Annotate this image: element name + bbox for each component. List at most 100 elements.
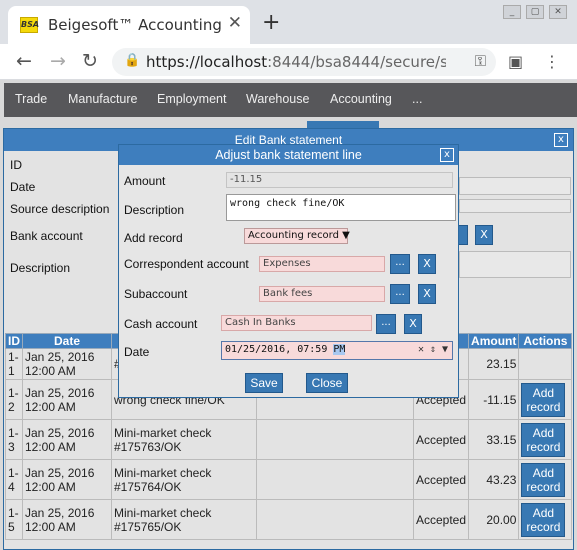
add-record-select[interactable]: Accounting record ▼ [244,228,350,244]
table-row: 1-5 Jan 25, 2016 12:00 AM Mini-market ch… [5,499,573,540]
bsa-favicon-icon: BSA [20,17,39,33]
add-record-button[interactable]: Add record [521,502,566,537]
amount-field: -11.15 [226,172,453,188]
row-status: Accepted [412,419,470,460]
row-amount: 20.00 [468,499,520,540]
menu-more[interactable]: ... [412,92,422,106]
row-amount: 23.15 [468,348,520,380]
edit-dialog-close-button[interactable]: x [554,133,568,147]
new-tab-icon[interactable]: + [262,10,280,35]
window-close-icon[interactable]: ✕ [549,5,567,19]
row-amount: -11.15 [468,379,520,420]
bank-account-clear-button[interactable]: X [475,225,493,245]
minimize-icon[interactable]: _ [503,5,521,19]
browser-tab[interactable]: BSA Beigesoft™ Accounting ✕ [8,6,250,44]
row-amount: 33.15 [468,419,520,460]
description-textarea[interactable]: wrong check fine/OK [226,194,456,221]
cash-account-label: Cash account [124,317,198,331]
bank-account-label: Bank account [10,229,83,243]
row-action [518,348,573,380]
spin-icon[interactable]: ⇕ [430,344,436,355]
header-date: Date [22,333,112,349]
browser-toolbar: ← → ↻ 🔒 https://localhost:8444/bsa8444/s… [0,44,577,80]
date-field[interactable] [459,177,571,195]
date-label: Date [10,180,36,194]
id-label: ID [10,158,22,172]
source-description-field[interactable] [459,199,571,213]
address-bar[interactable]: 🔒 https://localhost:8444/bsa8444/secure/… [112,48,496,76]
description-label: Description [124,203,185,217]
row-amount: 43.23 [468,459,520,500]
subaccount-label: Subaccount [124,287,188,301]
source-description-label: Source description [10,202,110,216]
lock-icon: 🔒 [124,53,141,68]
menu-accounting[interactable]: Accounting [330,92,392,106]
cash-account-clear-button[interactable]: X [404,314,422,334]
menu-dots-icon[interactable]: ⋮ [544,52,560,71]
correspondent-account-pick-button[interactable]: ... [390,254,410,274]
url-text: https://localhost:8444/bsa8444/secure/se… [146,53,446,71]
calendar-dropdown-icon[interactable]: ▼ [442,344,448,355]
menu-employment[interactable]: Employment [157,92,226,106]
save-button[interactable]: Save [245,373,283,393]
close-button[interactable]: Close [306,373,348,393]
correspondent-account-clear-button[interactable]: X [418,254,436,274]
row-date: Jan 25, 2016 12:00 AM [22,348,112,380]
tab-title: Beigesoft™ Accounting [48,16,222,34]
maximize-icon[interactable]: ▢ [526,5,544,19]
add-record-button[interactable]: Add record [521,462,566,497]
table-row: 1-3 Jan 25, 2016 12:00 AM Mini-market ch… [5,419,573,460]
row-action: Add record [518,419,573,460]
row-id: 1-5 [5,499,23,540]
bank-account-pick-button[interactable] [458,225,468,245]
account-icon[interactable]: ▣ [508,52,523,71]
add-record-button[interactable]: Add record [521,382,566,417]
adjust-bank-statement-line-dialog: Adjust bank statement line x Amount -11.… [118,144,459,398]
row-date: Jan 25, 2016 12:00 AM [22,419,112,460]
adjust-dialog-title: Adjust bank statement line [119,145,458,165]
row-status: Accepted [412,499,470,540]
forward-arrow-icon[interactable]: → [50,50,66,72]
date-input[interactable]: 01/25/2016, 07:59 PM ✕ ⇕ ▼ [221,341,453,360]
row-status: Accepted [412,459,470,500]
description-label: Description [10,261,71,275]
row-blank [256,419,414,460]
header-amount: Amount [468,333,520,349]
cash-account-pick-button[interactable]: ... [376,314,396,334]
row-blank [256,459,414,500]
app-menu-bar: Trade Manufacture Employment Warehouse A… [4,83,577,117]
subaccount-clear-button[interactable]: X [418,284,436,304]
menu-trade[interactable]: Trade [15,92,47,106]
correspondent-account-field[interactable]: Expenses [259,256,385,272]
row-id: 1-2 [5,379,23,420]
header-id: ID [5,333,23,349]
row-date: Jan 25, 2016 12:00 AM [22,499,112,540]
cash-account-field[interactable]: Cash In Banks [221,315,372,331]
subaccount-field[interactable]: Bank fees [259,286,385,302]
close-tab-icon[interactable]: ✕ [228,13,242,33]
reload-icon[interactable]: ↻ [82,50,98,72]
correspondent-account-label: Correspondent account [124,257,249,271]
row-description: Mini-market check #175763/OK [111,419,257,460]
table-row: 1-4 Jan 25, 2016 12:00 AM Mini-market ch… [5,459,573,500]
row-action: Add record [518,379,573,420]
menu-manufacture[interactable]: Manufacture [68,92,137,106]
description-field[interactable] [459,251,571,278]
row-action: Add record [518,459,573,500]
row-description: Mini-market check #175764/OK [111,459,257,500]
subaccount-pick-button[interactable]: ... [390,284,410,304]
row-date: Jan 25, 2016 12:00 AM [22,459,112,500]
date-label: Date [124,345,150,359]
row-description: Mini-market check #175765/OK [111,499,257,540]
header-actions: Actions [518,333,573,349]
clear-date-icon[interactable]: ✕ [418,344,424,355]
row-date: Jan 25, 2016 12:00 AM [22,379,112,420]
key-icon[interactable]: ⚿ [475,52,486,70]
adjust-dialog-close-icon[interactable]: x [440,148,454,162]
back-arrow-icon[interactable]: ← [16,50,32,72]
menu-warehouse[interactable]: Warehouse [246,92,309,106]
add-record-button[interactable]: Add record [521,422,566,457]
row-action: Add record [518,499,573,540]
select-arrow-icon: ▼ [342,230,350,241]
row-id: 1-1 [5,348,23,380]
